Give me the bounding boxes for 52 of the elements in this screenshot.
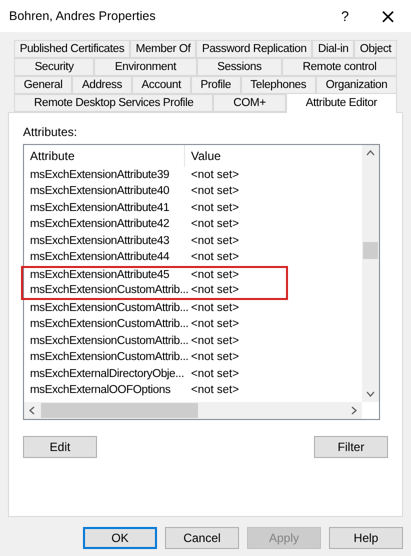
dialog-button[interactable]: Help xyxy=(329,527,403,549)
tab[interactable]: Attribute Editor xyxy=(286,93,398,113)
table-cell-text: <not set> xyxy=(190,366,240,382)
table-cell-text: <not set> xyxy=(190,234,240,249)
table-cell-text: msExchExtensionAttribute44 xyxy=(29,250,170,266)
column-header[interactable]: Value xyxy=(185,145,362,167)
horizontal-scrollbar[interactable] xyxy=(24,402,362,419)
tab[interactable]: Sessions xyxy=(196,58,282,76)
close-button[interactable]: × xyxy=(365,0,411,32)
window-title: Bohren, Andres Properties xyxy=(9,8,157,25)
tab[interactable]: General xyxy=(14,76,72,94)
table-cell-text: msExchExtensionAttribute42 xyxy=(29,217,170,232)
table-cell-text: <not set> xyxy=(190,200,240,216)
table-cell-text: msExchExtensionAttribute43 xyxy=(29,234,170,249)
tab[interactable]: Object xyxy=(354,40,397,58)
attributes-label: Attributes: xyxy=(23,124,78,141)
help-button[interactable]: ? xyxy=(325,0,365,32)
tab[interactable]: Profile xyxy=(190,76,241,94)
tab[interactable]: Security xyxy=(14,58,94,76)
tab[interactable]: Organization xyxy=(316,76,398,94)
tab[interactable]: Password Replication xyxy=(196,40,312,58)
tab[interactable]: Dial-in xyxy=(312,40,354,58)
scrollbar-thumb[interactable] xyxy=(41,403,198,418)
tab[interactable]: Telephones xyxy=(240,76,316,94)
dialog-button[interactable]: Cancel xyxy=(165,527,239,549)
table-cell-text: msExchExtensionAttribute39 xyxy=(29,168,170,183)
table-cell-text: <not set> xyxy=(190,250,240,266)
table-cell-text: <not set> xyxy=(190,184,240,200)
tab[interactable]: Address xyxy=(72,76,132,94)
tab[interactable]: Environment xyxy=(94,58,197,76)
table-cell-text: <not set> xyxy=(190,268,240,283)
table-cell-text: msExchExtensionAttribute41 xyxy=(29,200,170,216)
table-cell-text: msExchExternalDirectoryObje... xyxy=(29,366,185,382)
tab[interactable]: Published Certificates xyxy=(14,40,130,58)
table-cell-text: msExchExtensionAttribute40 xyxy=(29,184,170,200)
table-cell-text: <not set> xyxy=(190,383,240,398)
table-cell-text: msExchExternalOOFOptions xyxy=(29,383,172,398)
tab[interactable]: Member Of xyxy=(130,40,196,58)
tab[interactable]: Account xyxy=(132,76,191,94)
panel-button[interactable]: Filter xyxy=(314,436,388,458)
column-header[interactable]: Attribute xyxy=(24,145,185,167)
dialog-button[interactable]: OK xyxy=(83,527,157,549)
table-cell-text: <not set> xyxy=(190,217,240,232)
panel-button[interactable]: Edit xyxy=(23,436,97,458)
scrollbar-thumb[interactable] xyxy=(363,242,378,259)
vertical-scrollbar[interactable] xyxy=(362,145,379,402)
table-cell-text: <not set> xyxy=(190,168,240,183)
tab[interactable]: Remote Desktop Services Profile xyxy=(14,94,214,112)
tab[interactable]: COM+ xyxy=(213,94,286,112)
table-cell-text: msExchExtensionAttribute45 xyxy=(29,268,170,283)
attributes-list[interactable] xyxy=(23,144,380,420)
tab[interactable]: Remote control xyxy=(282,58,398,76)
